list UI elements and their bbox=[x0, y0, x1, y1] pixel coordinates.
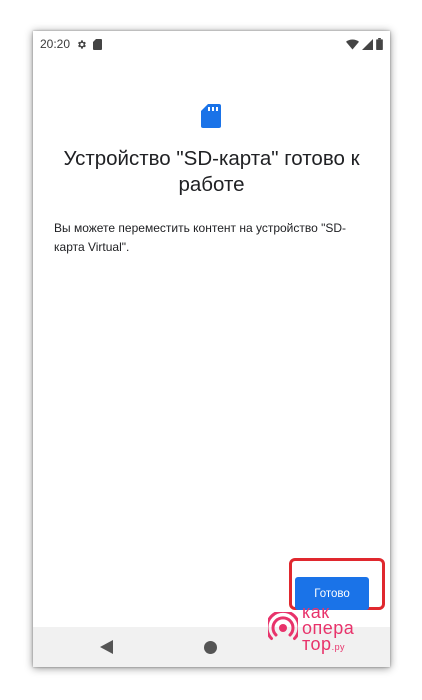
watermark-suffix: .ру bbox=[331, 642, 345, 652]
phone-screen: 20:20 Устройство "SD-карта" готово к раб… bbox=[33, 31, 390, 667]
sd-card-icon bbox=[93, 38, 103, 50]
settings-icon bbox=[76, 39, 87, 50]
dialog-title: Устройство "SD-карта" готово к работе bbox=[63, 147, 360, 196]
broadcast-icon bbox=[265, 609, 301, 647]
dialog-body: Вы можете переместить контент на устройс… bbox=[54, 221, 347, 254]
back-icon[interactable] bbox=[100, 640, 113, 659]
home-icon[interactable] bbox=[204, 641, 217, 659]
watermark-line-3-text: тор bbox=[302, 634, 332, 654]
watermark-logo: как опера тор.ру bbox=[265, 603, 380, 660]
wifi-icon bbox=[346, 39, 359, 50]
sd-card-icon bbox=[201, 104, 221, 133]
watermark-line-3: тор.ру bbox=[302, 634, 345, 655]
status-bar: 20:20 bbox=[33, 31, 390, 57]
battery-icon bbox=[376, 38, 383, 50]
status-time: 20:20 bbox=[40, 37, 71, 51]
signal-icon bbox=[362, 38, 373, 50]
